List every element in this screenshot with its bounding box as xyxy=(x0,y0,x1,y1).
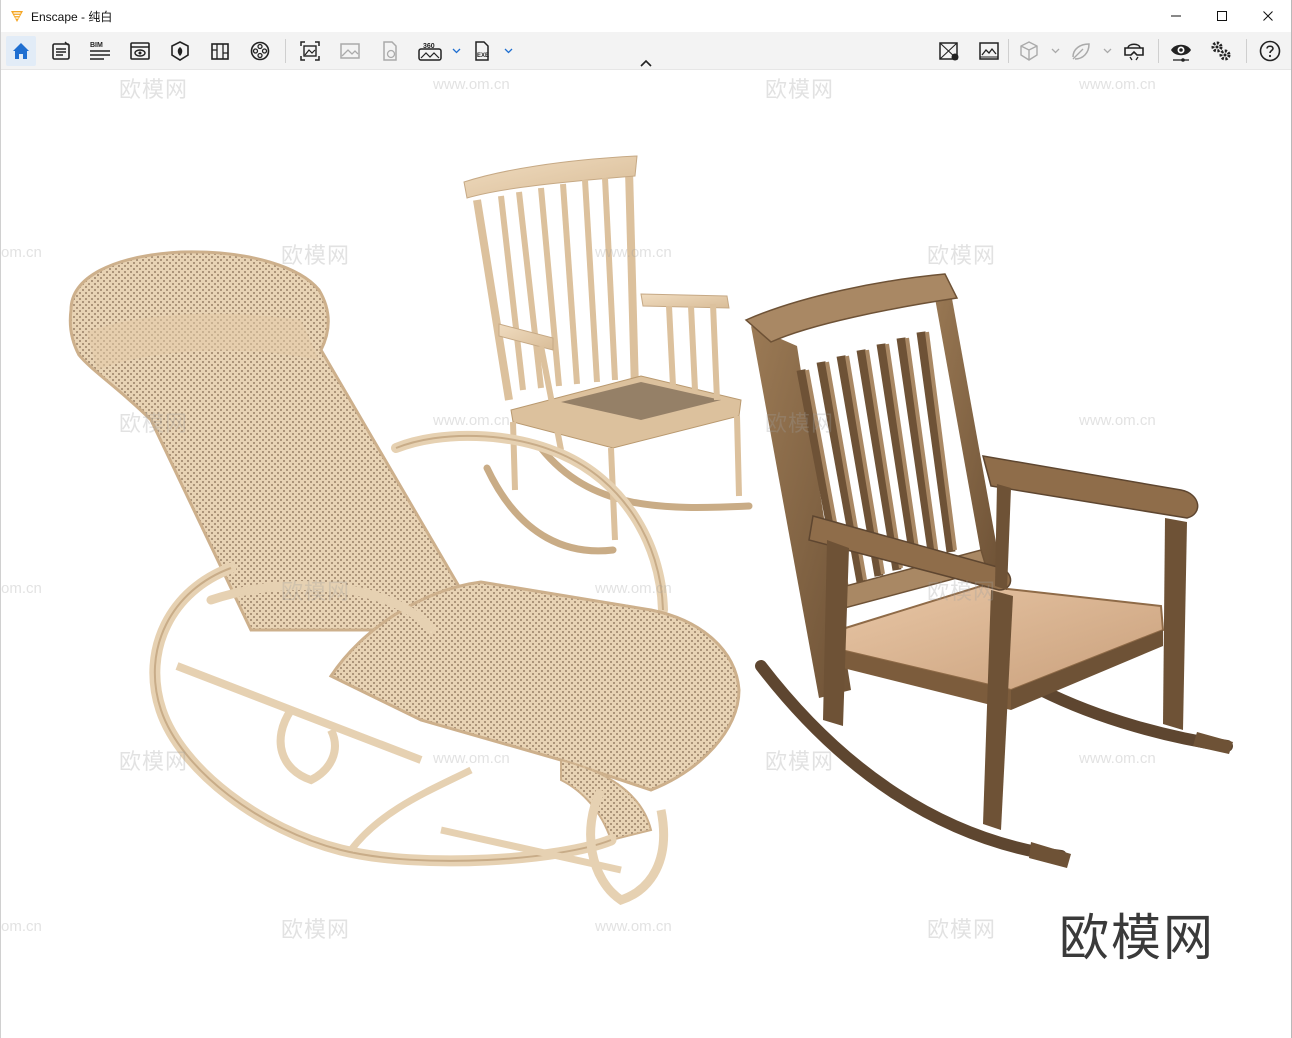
watermark-logo: 欧模网 xyxy=(765,750,835,775)
capture-list-icon xyxy=(52,41,70,60)
watermark-url: www.om.cn xyxy=(1079,750,1156,767)
chevron-down-icon xyxy=(504,48,512,54)
window-title: Enscape - 纯白 xyxy=(31,9,113,24)
watermark-logo: 欧模网 xyxy=(119,750,189,775)
views-button[interactable] xyxy=(125,36,155,66)
chevron-down-icon xyxy=(452,48,460,54)
orthographic-cube-icon xyxy=(1020,41,1038,61)
enscape-logo-icon xyxy=(11,11,23,22)
watermark-url: om.cn xyxy=(1,580,42,597)
watermark-logo: 欧模网 xyxy=(765,78,835,103)
rattan-lounge-rocking-chair[interactable] xyxy=(68,250,741,905)
spindle-back-rocking-chair[interactable] xyxy=(463,155,753,555)
video-editor-button[interactable] xyxy=(245,36,275,66)
watermark-url: www.om.cn xyxy=(595,918,672,935)
minimize-icon xyxy=(1171,15,1181,17)
atmosphere-dropdown[interactable] xyxy=(1102,44,1112,58)
settings-gears-icon xyxy=(1211,41,1231,61)
help-button[interactable] xyxy=(1255,36,1285,66)
bim-info-icon: BIM xyxy=(90,42,110,60)
batch-render-icon xyxy=(340,43,360,59)
collapse-toolbar-chevron-up-icon[interactable] xyxy=(639,57,653,69)
maximize-button[interactable] xyxy=(1199,0,1245,32)
material-editor-button[interactable] xyxy=(205,36,235,66)
maximize-icon xyxy=(1217,11,1227,21)
svg-text:EXE: EXE xyxy=(477,53,489,59)
orthographic-dropdown[interactable] xyxy=(1050,44,1060,58)
watermark-logo: 欧模网 xyxy=(927,580,997,605)
map-button[interactable] xyxy=(974,36,1004,66)
watermark-url: om.cn xyxy=(1,244,42,261)
watermark-logo: 欧模网 xyxy=(119,78,189,103)
map-icon xyxy=(979,42,999,60)
toolbar-separator xyxy=(285,39,286,63)
main-toolbar: BIM 360 EXE xyxy=(1,32,1291,70)
vr-toggle-button[interactable] xyxy=(934,36,964,66)
watermark-url: www.om.cn xyxy=(433,750,510,767)
exe-dropdown[interactable] xyxy=(503,44,513,58)
material-editor-icon xyxy=(211,43,229,60)
settings-button[interactable] xyxy=(1206,36,1236,66)
screenshot-button[interactable] xyxy=(295,36,325,66)
watermark-url: www.om.cn xyxy=(433,412,510,429)
dark-wood-rocking-chair[interactable] xyxy=(744,273,1233,868)
visual-settings-button[interactable] xyxy=(1166,36,1196,66)
window-controls xyxy=(1153,0,1291,32)
toolbar-separator xyxy=(1008,39,1009,63)
web-standalone-icon xyxy=(383,41,397,61)
watermark-logo: 欧模网 xyxy=(927,918,997,943)
watermark-url: www.om.cn xyxy=(595,244,672,261)
views-icon xyxy=(130,42,150,60)
vr-toggle-icon xyxy=(939,42,959,61)
atmosphere-icon xyxy=(1072,43,1090,60)
orthographic-button[interactable] xyxy=(1014,36,1044,66)
watermark-logo: 欧模网 xyxy=(765,412,835,437)
home-icon xyxy=(13,43,29,59)
minimize-button[interactable] xyxy=(1153,0,1199,32)
screenshot-icon xyxy=(300,41,320,61)
toolbar-separator xyxy=(1246,39,1247,63)
svg-text:BIM: BIM xyxy=(90,42,103,49)
watermark-url: www.om.cn xyxy=(1079,412,1156,429)
visual-settings-eye-icon xyxy=(1171,44,1191,62)
vr-headset-button[interactable] xyxy=(1119,36,1149,66)
watermark-url: om.cn xyxy=(1,918,42,935)
exe-export-icon: EXE xyxy=(475,41,489,61)
enscape-window: Enscape - 纯白 BIM 360 EXE 欧模网 www.om.cn 欧… xyxy=(0,0,1292,1038)
close-icon xyxy=(1263,11,1273,21)
batch-render-button[interactable] xyxy=(335,36,365,66)
close-button[interactable] xyxy=(1245,0,1291,32)
toolbar-separator xyxy=(1158,39,1159,63)
web-standalone-button[interactable] xyxy=(375,36,405,66)
watermark-logo: 欧模网 xyxy=(281,244,351,269)
panorama-360-icon: 360 xyxy=(418,43,442,61)
title-bar: Enscape - 纯白 xyxy=(1,0,1291,32)
capture-list-button[interactable] xyxy=(46,36,76,66)
watermark-url: www.om.cn xyxy=(1079,76,1156,93)
help-icon xyxy=(1259,40,1281,62)
bim-info-button[interactable]: BIM xyxy=(85,36,115,66)
asset-library-icon xyxy=(171,41,189,61)
home-button[interactable] xyxy=(6,36,36,66)
watermark-logo: 欧模网 xyxy=(119,412,189,437)
asset-library-button[interactable] xyxy=(165,36,195,66)
watermark-url: www.om.cn xyxy=(595,580,672,597)
watermark-logo: 欧模网 xyxy=(927,244,997,269)
chevron-down-icon xyxy=(1051,48,1059,54)
video-editor-icon xyxy=(250,41,270,61)
vr-headset-icon xyxy=(1124,43,1144,61)
watermark-logo: 欧模网 xyxy=(281,918,351,943)
panorama-dropdown[interactable] xyxy=(451,44,461,58)
atmosphere-button[interactable] xyxy=(1066,36,1096,66)
chevron-down-icon xyxy=(1103,48,1111,54)
render-viewport[interactable]: 欧模网 www.om.cn 欧模网 www.om.cn om.cn 欧模网 ww… xyxy=(1,70,1291,1038)
watermark-logo: 欧模网 xyxy=(281,580,351,605)
watermark-url: www.om.cn xyxy=(433,76,510,93)
exe-export-button[interactable]: EXE xyxy=(467,36,497,66)
scene-render xyxy=(68,155,1233,905)
panorama-360-button[interactable]: 360 xyxy=(415,36,445,66)
brand-logo-text: 欧模网 xyxy=(1059,909,1215,967)
